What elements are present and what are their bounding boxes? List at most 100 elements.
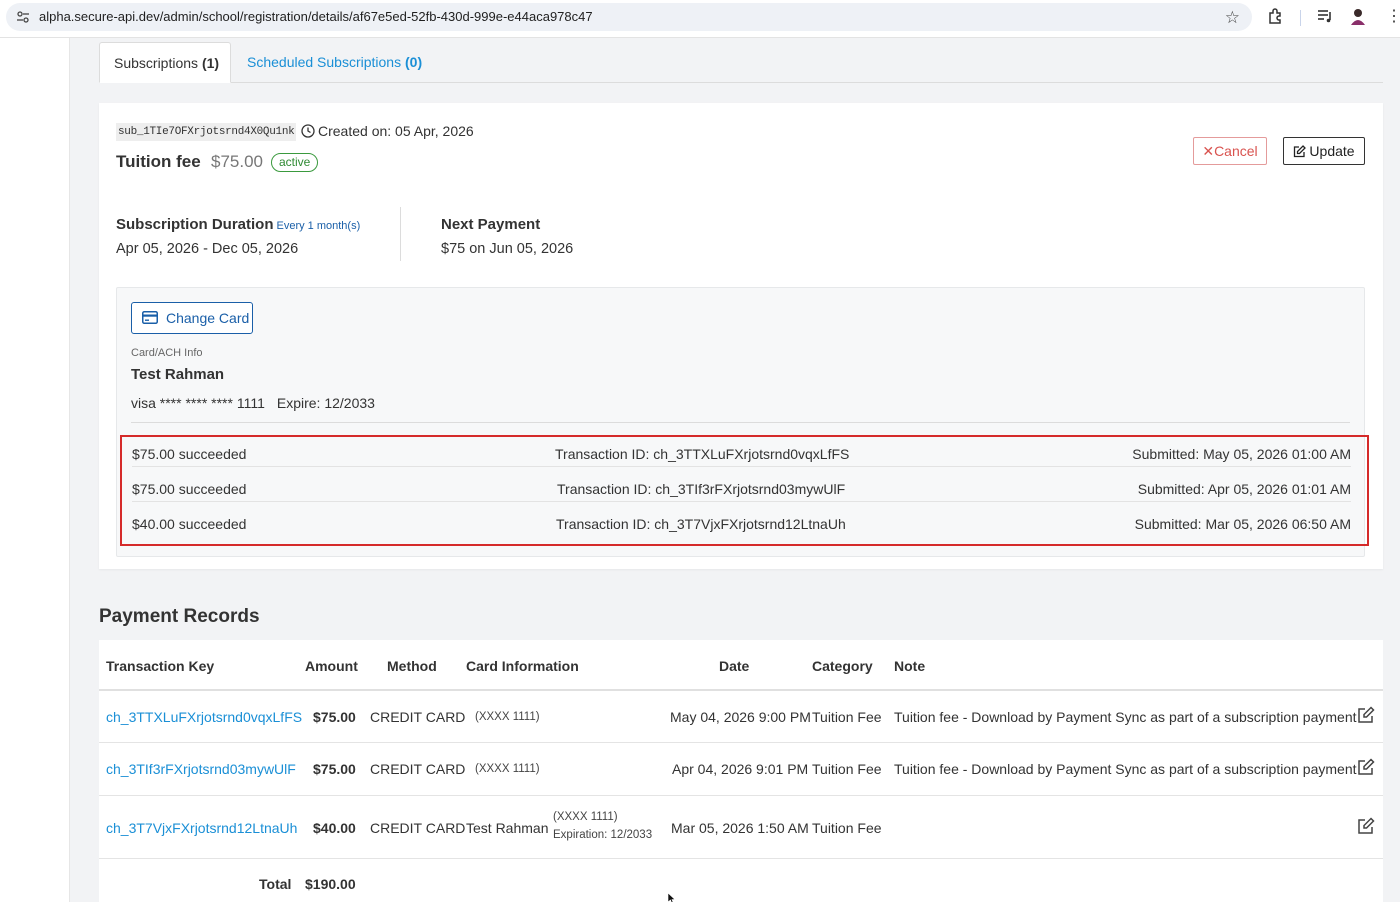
tab-count: (0) bbox=[405, 54, 423, 70]
divider bbox=[131, 422, 1350, 423]
transaction-submitted: Submitted: Mar 05, 2026 06:50 AM bbox=[1134, 516, 1351, 532]
edit-icon[interactable] bbox=[1357, 817, 1375, 835]
subscription-id: sub_1TIe7OFXrjotsrnd4X0Qu1nk bbox=[116, 123, 297, 141]
bookmark-star-icon[interactable]: ☆ bbox=[1225, 8, 1240, 28]
cancel-button[interactable]: ✕Cancel bbox=[1193, 137, 1267, 165]
note-cell: Tuition fee - Download by Payment Sync a… bbox=[894, 761, 1357, 777]
row-divider bbox=[99, 742, 1383, 743]
tab-subscriptions[interactable]: Subscriptions (1) bbox=[99, 42, 231, 83]
payment-records-title: Payment Records bbox=[99, 606, 260, 627]
duration-title: Subscription Duration bbox=[116, 216, 274, 233]
browser-menu-icon[interactable]: ⋮ bbox=[1386, 6, 1400, 26]
column-header: Card Information bbox=[466, 658, 579, 674]
row-divider bbox=[132, 466, 1351, 467]
created-text: Created on: 05 Apr, 2026 bbox=[318, 123, 474, 139]
transaction-id: Transaction ID: ch_3TTXLuFXrjotsrnd0vqxL… bbox=[555, 446, 850, 462]
method-cell: CREDIT CARD bbox=[370, 820, 466, 836]
tab-label: Subscriptions bbox=[114, 55, 202, 71]
card-expiration-cell: Expiration: 12/2033 bbox=[553, 829, 653, 841]
created-date: Created on: 05 Apr, 2026 bbox=[301, 123, 474, 139]
column-header: Method bbox=[387, 658, 437, 674]
card-info-label: Card/ACH Info bbox=[131, 347, 203, 359]
tab-label: Scheduled Subscriptions bbox=[247, 54, 405, 70]
transaction-row: $40.00 succeeded Transaction ID: ch_3T7V… bbox=[122, 507, 1351, 541]
edit-icon[interactable] bbox=[1357, 758, 1375, 776]
subscription-tabs: Subscriptions (1) Scheduled Subscription… bbox=[99, 42, 1383, 83]
site-settings-icon[interactable] bbox=[16, 10, 30, 24]
card-details: visa **** **** **** 1111 Expire: 12/2033 bbox=[131, 395, 375, 411]
card-number: visa **** **** **** 1111 bbox=[131, 395, 265, 411]
row-divider bbox=[132, 501, 1351, 502]
transaction-id: Transaction ID: ch_3T7VjxFXrjotsrnd12Ltn… bbox=[556, 516, 846, 532]
card-expire: Expire: 12/2033 bbox=[276, 395, 375, 411]
extensions-icon[interactable] bbox=[1267, 7, 1285, 25]
duration-value: Apr 05, 2026 - Dec 05, 2026 bbox=[116, 241, 299, 257]
tab-scheduled-subscriptions[interactable]: Scheduled Subscriptions (0) bbox=[233, 42, 436, 83]
total-value: $190.00 bbox=[305, 876, 356, 892]
header-divider bbox=[99, 689, 1383, 691]
credit-card-icon bbox=[142, 311, 158, 324]
row-divider bbox=[99, 795, 1383, 796]
payment-records-table: Transaction Key Amount Method Card Infor… bbox=[99, 640, 1383, 902]
column-header: Category bbox=[812, 658, 873, 674]
sidebar bbox=[0, 38, 70, 902]
cancel-label: Cancel bbox=[1214, 143, 1258, 159]
column-header: Date bbox=[719, 658, 750, 674]
update-button[interactable]: Update bbox=[1283, 137, 1365, 165]
edit-icon bbox=[1294, 145, 1307, 158]
clock-icon bbox=[301, 124, 315, 138]
date-cell: Apr 04, 2026 9:01 PM bbox=[672, 761, 809, 777]
duration-interval: Every 1 month(s) bbox=[276, 220, 361, 232]
tab-count: (1) bbox=[201, 55, 220, 71]
subscription-card: sub_1TIe7OFXrjotsrnd4X0Qu1nk Created on:… bbox=[99, 103, 1383, 569]
transaction-amount: $75.00 succeeded bbox=[132, 481, 247, 497]
category-cell: Tuition Fee bbox=[812, 820, 882, 836]
amount-cell: $40.00 bbox=[313, 820, 356, 836]
duration-label: Subscription Duration Every 1 month(s) bbox=[116, 216, 360, 233]
transaction-history-highlight: $75.00 succeeded Transaction ID: ch_3TTX… bbox=[120, 435, 1369, 546]
transaction-key-link[interactable]: ch_3TTXLuFXrjotsrnd0vqxLfFS bbox=[106, 709, 302, 725]
card-info-cell: (XXXX 1111) bbox=[475, 763, 540, 775]
card-holder-cell: Test Rahman bbox=[466, 820, 549, 836]
column-header: Amount bbox=[305, 658, 358, 674]
amount-cell: $75.00 bbox=[313, 761, 356, 777]
category-cell: Tuition Fee bbox=[812, 709, 882, 725]
column-header: Note bbox=[894, 658, 926, 674]
row-divider bbox=[99, 858, 1383, 859]
transaction-key-link[interactable]: ch_3TIf3rFXrjotsrnd03mywUlF bbox=[106, 761, 296, 777]
update-label: Update bbox=[1309, 143, 1355, 159]
category-cell: Tuition Fee bbox=[812, 761, 882, 777]
transaction-key-link[interactable]: ch_3T7VjxFXrjotsrnd12LtnaUh bbox=[106, 820, 297, 836]
change-card-button[interactable]: Change Card bbox=[131, 302, 253, 334]
card-info-panel: Change Card Card/ACH Info Test Rahman vi… bbox=[116, 287, 1369, 557]
column-header: Transaction Key bbox=[106, 658, 215, 674]
subscription-amount: $75.00 bbox=[211, 152, 263, 171]
next-payment-label: Next Payment bbox=[441, 216, 541, 233]
media-control-icon[interactable] bbox=[1316, 7, 1334, 25]
close-icon: ✕ bbox=[1202, 143, 1215, 159]
edit-icon[interactable] bbox=[1357, 706, 1375, 724]
next-payment-value: $75 on Jun 05, 2026 bbox=[441, 241, 574, 257]
method-cell: CREDIT CARD bbox=[370, 761, 466, 777]
card-info-cell: (XXXX 1111) bbox=[475, 711, 540, 723]
url-text[interactable]: alpha.secure-api.dev/admin/school/regist… bbox=[39, 9, 593, 24]
transaction-amount: $75.00 succeeded bbox=[132, 446, 247, 462]
divider bbox=[400, 207, 401, 261]
main-content: Subscriptions (1) Scheduled Subscription… bbox=[71, 38, 1400, 902]
transaction-amount: $40.00 succeeded bbox=[132, 516, 247, 532]
change-card-label: Change Card bbox=[166, 310, 250, 326]
card-info-cell: (XXXX 1111) bbox=[553, 811, 618, 823]
transaction-id: Transaction ID: ch_3TIf3rFXrjotsrnd03myw… bbox=[557, 481, 846, 497]
note-cell: Tuition fee - Download by Payment Sync a… bbox=[894, 709, 1357, 725]
subscription-title: Tuition fee bbox=[116, 152, 201, 171]
date-cell: Mar 05, 2026 1:50 AM bbox=[671, 820, 809, 836]
total-label: Total bbox=[259, 876, 292, 892]
browser-toolbar: alpha.secure-api.dev/admin/school/regist… bbox=[0, 0, 1400, 38]
toolbar-separator bbox=[1300, 10, 1301, 26]
card-holder-name: Test Rahman bbox=[131, 366, 225, 383]
transaction-submitted: Submitted: Apr 05, 2026 01:01 AM bbox=[1137, 481, 1351, 497]
status-badge: active bbox=[271, 153, 319, 172]
method-cell: CREDIT CARD bbox=[370, 709, 466, 725]
address-bar[interactable]: alpha.secure-api.dev/admin/school/regist… bbox=[6, 3, 1252, 31]
profile-avatar-icon[interactable] bbox=[1348, 6, 1368, 26]
